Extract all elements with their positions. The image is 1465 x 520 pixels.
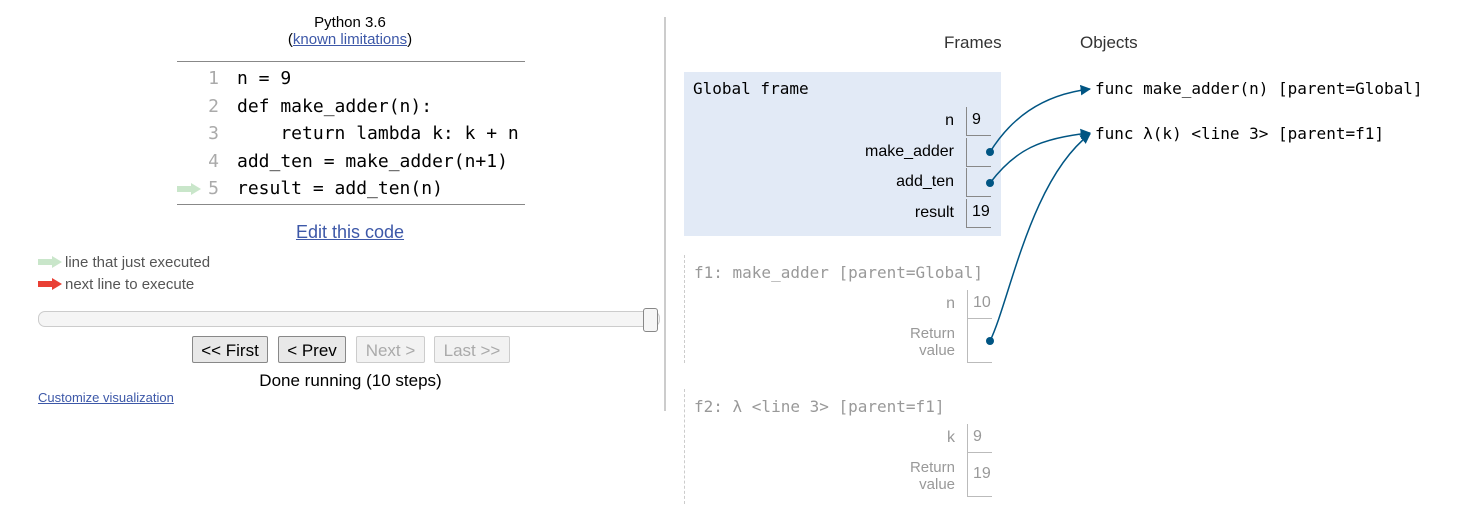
pointer-make-adder: [986, 84, 1092, 156]
pointer-line: [989, 84, 1092, 153]
pointer-f1-return: [986, 133, 1091, 345]
pointer-line: [989, 128, 1092, 184]
pointer-arrows: [986, 84, 1092, 345]
pointer-add-ten: [986, 128, 1092, 187]
